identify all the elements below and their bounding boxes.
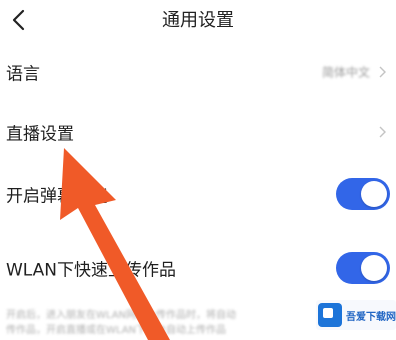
- watermark-text: 吾爱下载网: [346, 311, 396, 323]
- description-line-1: 开启后，进入朋友在WLAN网络上传作品时，将自动: [6, 310, 237, 321]
- watermark-logo-icon: [318, 303, 342, 327]
- settings-row-live[interactable]: 直播设置: [0, 104, 396, 160]
- danmaku-label: 开启弹幕功能: [6, 186, 108, 207]
- toggle-knob: [361, 255, 387, 281]
- page-title: 通用设置: [162, 10, 234, 31]
- settings-row-wlan-upload: WLAN下快速上传作品: [0, 240, 396, 296]
- language-label: 语言: [6, 64, 40, 85]
- chevron-right-icon: [379, 126, 386, 138]
- language-value: 简体中文: [321, 65, 370, 80]
- nav-bar: 通用设置: [0, 0, 396, 40]
- wlan-upload-toggle[interactable]: [336, 252, 390, 284]
- settings-row-language[interactable]: 语言 简体中文: [0, 44, 396, 100]
- description-line-2: 传作品，开启直播或在WLAN下后台自动上传作品: [6, 325, 227, 336]
- toggle-knob: [361, 181, 387, 207]
- wlan-upload-label: WLAN下快速上传作品: [6, 260, 177, 281]
- chevron-right-icon: [379, 66, 386, 78]
- settings-row-danmaku: 开启弹幕功能: [0, 166, 396, 222]
- danmaku-toggle[interactable]: [336, 178, 390, 210]
- site-watermark: 吾爱下载网: [316, 300, 396, 330]
- live-settings-label: 直播设置: [6, 124, 74, 145]
- wlan-upload-description: 开启后，进入朋友在WLAN网络上传作品时，将自动 传作品，开启直播或在WLAN下…: [6, 308, 306, 338]
